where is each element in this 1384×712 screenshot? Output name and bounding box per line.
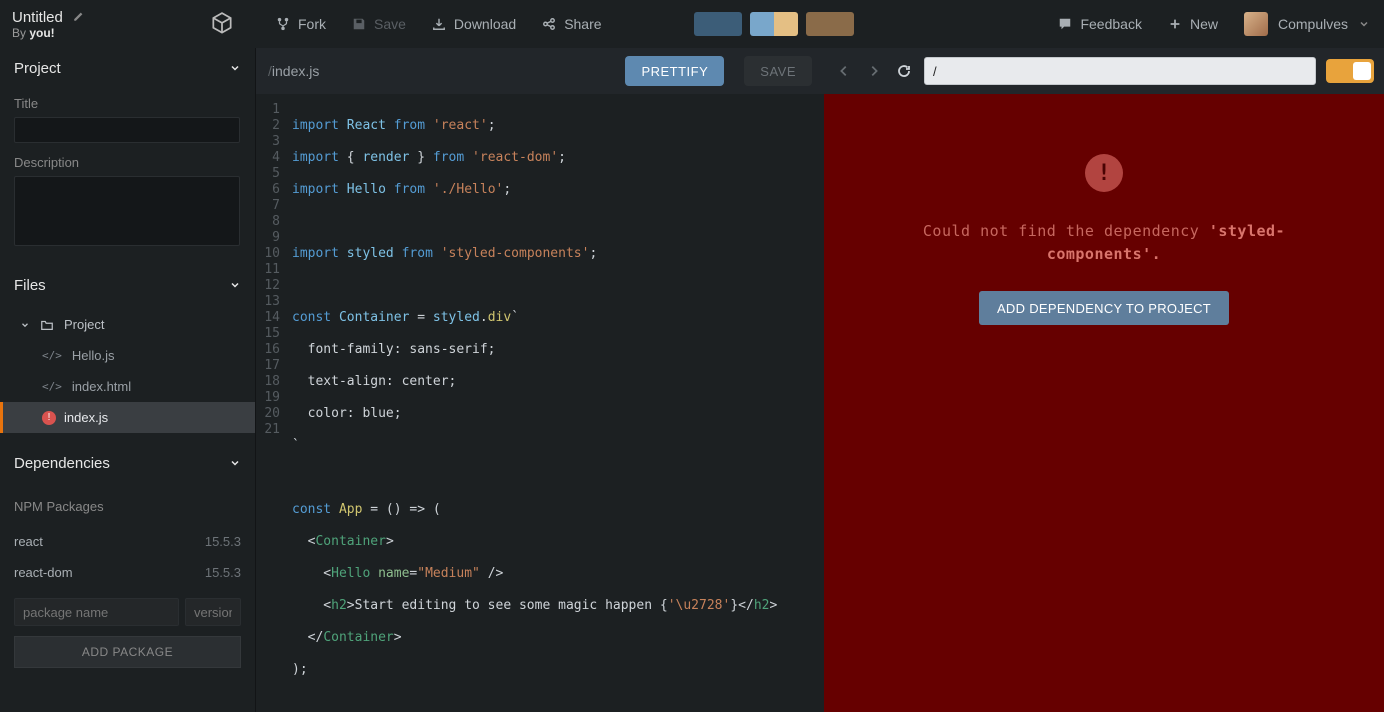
project-author: By you! [12,26,204,40]
chevron-down-icon [20,320,30,330]
package-version-input[interactable] [185,598,241,626]
section-project-title: Project [14,60,61,77]
main: Project Title Description Files Project … [0,48,1384,712]
dep-name: react [14,534,43,549]
avatar [1244,12,1268,36]
error-icon: ! [1085,154,1123,192]
user-menu[interactable]: Compulves [1244,12,1370,36]
section-deps-title: Dependencies [14,455,110,472]
description-input[interactable] [14,176,240,246]
code-icon: </> [42,380,62,393]
error-badge-icon: ! [42,411,56,425]
section-deps-header[interactable]: Dependencies [0,443,255,483]
download-button[interactable]: Download [432,16,516,32]
editor-save-button[interactable]: SAVE [744,56,812,86]
share-button[interactable]: Share [542,16,601,32]
dep-version: 15.5.3 [205,565,241,580]
add-package-button[interactable]: ADD PACKAGE [14,636,241,668]
topbar-left: Untitled By you! [0,0,256,48]
fork-label: Fork [298,16,326,32]
swatch-b[interactable] [750,12,798,36]
section-project-header[interactable]: Project [0,48,255,88]
prettify-button[interactable]: PRETTIFY [625,56,724,86]
swatch-a[interactable] [694,12,742,36]
deps-body: NPM Packages react 15.5.3 react-dom 15.5… [0,483,255,676]
new-button[interactable]: New [1168,16,1218,32]
chevron-down-icon [229,62,241,74]
code-icon: </> [42,349,62,362]
new-label: New [1190,16,1218,32]
dep-name: react-dom [14,565,73,580]
preview-url-input[interactable] [924,57,1316,85]
feedback-button[interactable]: Feedback [1058,16,1141,32]
sidebar: Project Title Description Files Project … [0,48,256,712]
editor-tab[interactable]: /index.js [268,63,319,79]
back-button[interactable] [834,61,854,81]
add-dependency-button[interactable]: ADD DEPENDENCY TO PROJECT [979,291,1229,325]
swatch-c[interactable] [806,12,854,36]
logo-icon[interactable] [204,6,240,42]
share-label: Share [564,16,601,32]
feedback-label: Feedback [1080,16,1141,32]
theme-swatches [694,12,854,36]
project-title: Untitled [12,9,63,26]
edit-icon[interactable] [71,11,84,24]
file-hello[interactable]: </> Hello.js [0,340,255,371]
tab-file: index.js [272,63,319,79]
chevron-down-icon [229,457,241,469]
file-label: index.html [72,379,131,394]
project-section-body: Title Description [0,88,255,265]
author-name: you! [29,26,54,40]
preview-toggle[interactable] [1326,59,1374,83]
chevron-down-icon [229,279,241,291]
author-prefix: By [12,26,29,40]
dep-row[interactable]: react-dom 15.5.3 [14,557,241,588]
editor-panel: /index.js PRETTIFY SAVE 1234567891011121… [256,48,824,712]
preview-body: ! Could not find the dependency 'styled-… [824,94,1384,712]
topbar-actions: Fork Save Download Share [256,16,602,32]
title-label: Title [14,96,241,111]
title-input[interactable] [14,117,240,143]
file-index-html[interactable]: </> index.html [0,371,255,402]
tree-root-label: Project [64,317,104,332]
line-gutter: 123456789101112131415161718192021 [256,94,286,712]
topbar-right: Feedback New Compulves [1058,12,1384,36]
editor-tabbar: /index.js PRETTIFY SAVE [256,48,824,94]
chevron-down-icon [1358,18,1370,30]
package-name-input[interactable] [14,598,179,626]
error-message: Could not find the dependency 'styled-co… [894,220,1314,265]
file-label: index.js [64,410,108,425]
tree-root[interactable]: Project [0,309,255,340]
dep-row[interactable]: react 15.5.3 [14,526,241,557]
file-label: Hello.js [72,348,115,363]
username: Compulves [1278,16,1348,32]
file-tree: Project </> Hello.js </> index.html ! in… [0,305,255,443]
fork-button[interactable]: Fork [276,16,326,32]
preview-toolbar [824,48,1384,94]
topbar: Untitled By you! Fork Save Download [0,0,1384,48]
project-title-block: Untitled By you! [12,9,204,40]
refresh-button[interactable] [894,61,914,81]
forward-button[interactable] [864,61,884,81]
section-files-title: Files [14,277,46,294]
error-prefix: Could not find the dependency [923,222,1209,240]
save-label: Save [374,16,406,32]
code-body[interactable]: import React from 'react'; import { rend… [286,94,824,712]
save-button[interactable]: Save [352,16,406,32]
download-label: Download [454,16,516,32]
error-suffix: . [1152,245,1162,263]
folder-icon [40,318,54,332]
section-files-header[interactable]: Files [0,265,255,305]
preview-panel: ! Could not find the dependency 'styled-… [824,48,1384,712]
npm-label: NPM Packages [14,499,241,514]
code-editor[interactable]: 123456789101112131415161718192021 import… [256,94,824,712]
description-label: Description [14,155,241,170]
dep-version: 15.5.3 [205,534,241,549]
file-index-js[interactable]: ! index.js [0,402,255,433]
